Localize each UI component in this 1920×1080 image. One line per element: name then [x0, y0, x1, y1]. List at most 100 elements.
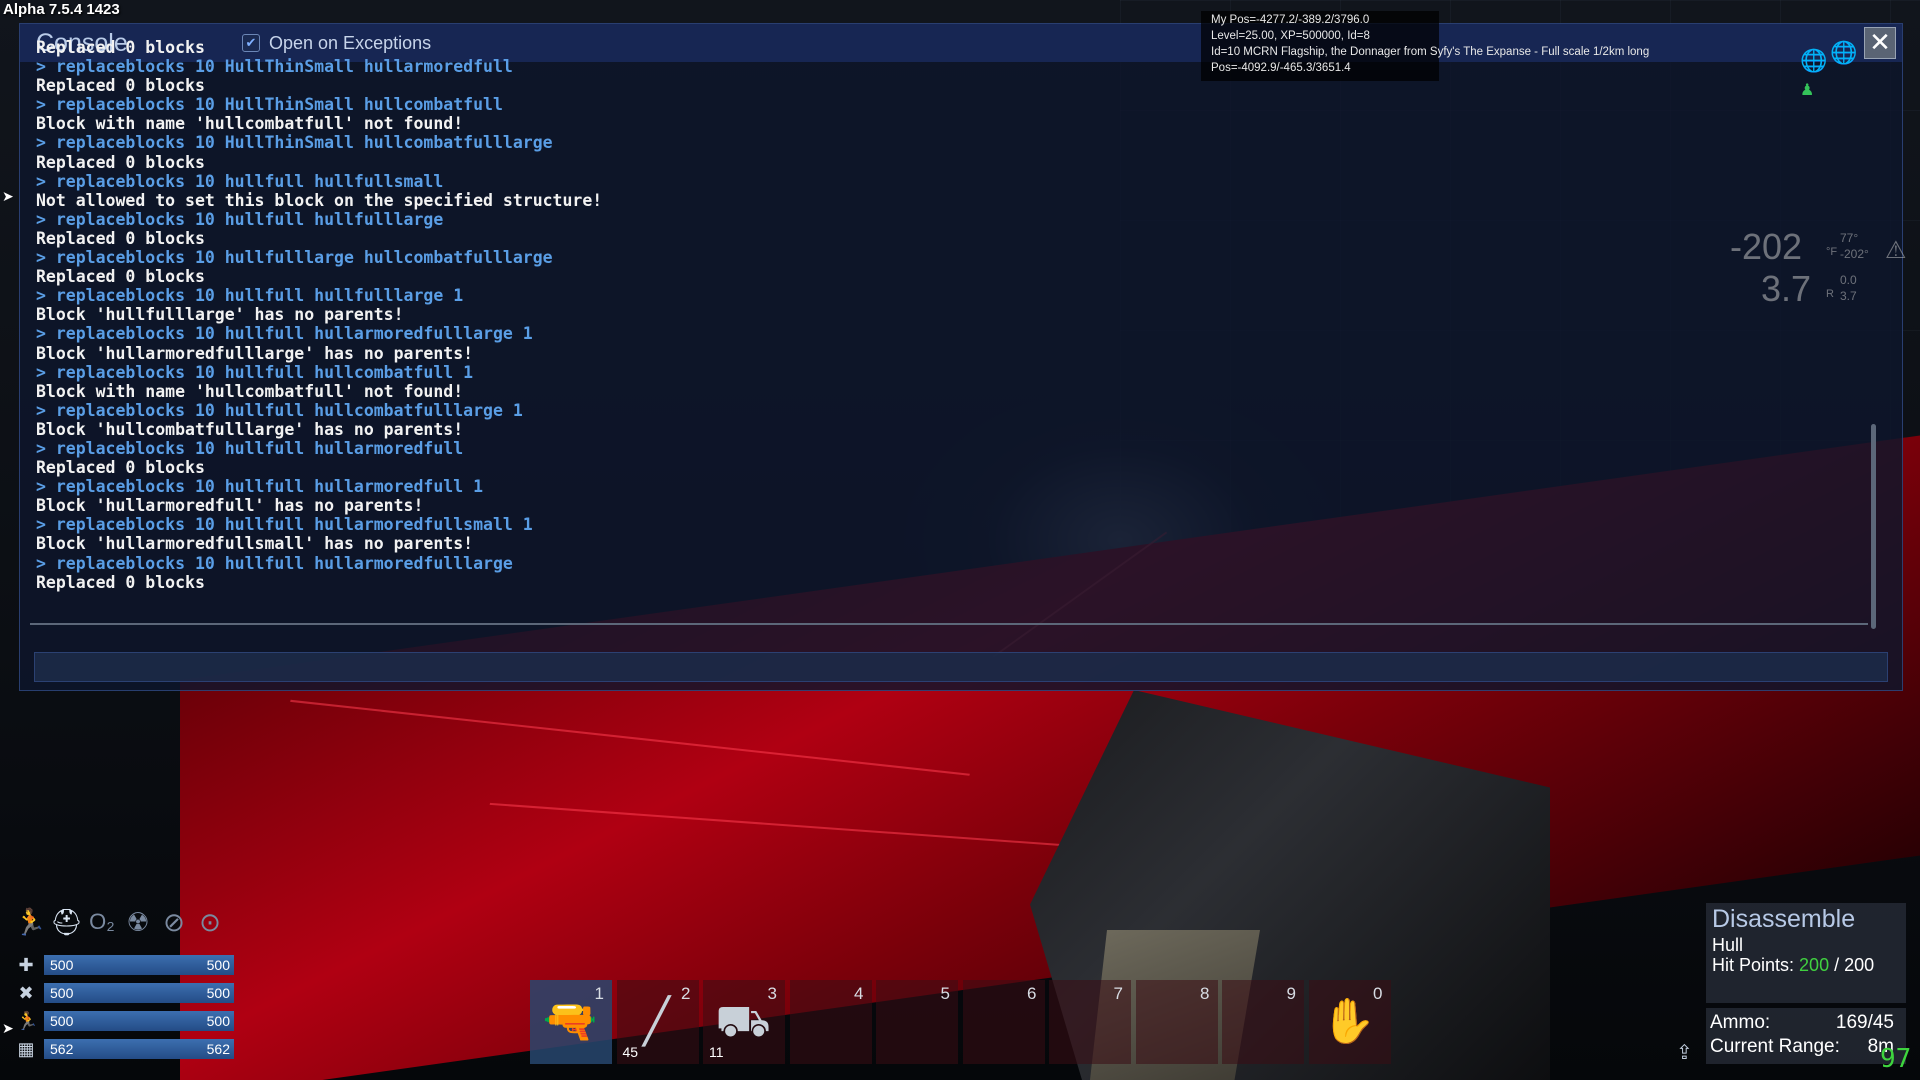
hand-icon: ✋ — [1321, 997, 1376, 1046]
radiation-range: 0.0 3.7 — [1840, 272, 1857, 304]
console-command-line: > replaceblocks 10 hullfull hullarmoredf… — [36, 477, 484, 497]
radiation-icon: ☢ — [126, 907, 150, 937]
console-command-line: > replaceblocks 10 HullThinSmall hullcom… — [36, 133, 553, 153]
console-command-line: > replaceblocks 10 hullfull hullcombatfu… — [36, 362, 474, 382]
hunger-icon: ⊘ — [163, 907, 185, 937]
globe-icon[interactable]: 🌐 — [1830, 40, 1857, 66]
target-info-panel: Disassemble Hull Hit Points: 200 / 200 — [1706, 903, 1906, 1003]
hotbar-slot-0[interactable]: ✋ 0 — [1308, 980, 1391, 1064]
slot-number: 5 — [940, 984, 950, 1003]
console-output-line: Block 'hullarmoredfulllarge' has no pare… — [36, 343, 474, 363]
console-output-line: Replaced 0 blocks — [36, 152, 205, 172]
hotbar-slot-4[interactable]: 4 — [789, 980, 872, 1064]
hotbar-slot-7[interactable]: 7 — [1049, 980, 1131, 1064]
console-command-line: > replaceblocks 10 hullfull hullarmoredf… — [36, 438, 464, 458]
slot-number: 1 — [594, 984, 604, 1003]
console-scrollbar[interactable] — [1869, 69, 1879, 639]
hotbar-slot-9[interactable]: 9 — [1222, 980, 1304, 1064]
slot-count: 45 — [622, 1044, 639, 1060]
slot-number: 4 — [854, 984, 864, 1003]
console-output-line: Replaced 0 blocks — [36, 267, 205, 287]
floor-seam — [290, 699, 970, 776]
health-current: 500 — [50, 957, 74, 973]
console-command-line: > replaceblocks 10 hullfull hullfullsmal… — [36, 171, 444, 191]
globe-icon[interactable]: 🌐 — [1800, 48, 1827, 74]
console-command-line: > replaceblocks 10 hullfulllarge hullcom… — [36, 248, 553, 268]
turret-icon: ⛟ — [715, 997, 771, 1046]
oxygen-icon: O₂ — [89, 909, 115, 934]
health-bar: ✚ 500 500 — [16, 955, 234, 975]
console-output-line: Block 'hullarmoredfull' has no parents! — [36, 496, 424, 516]
oxygen-max: 562 — [206, 1041, 230, 1057]
scrollbar-thumb[interactable] — [1871, 424, 1876, 629]
stamina-icon: 🏃 — [14, 907, 47, 937]
console-output-line: Block with name 'hullcombatfull' not fou… — [36, 114, 464, 134]
console-window: Console ✔ Open on Exceptions ✕ Replaced … — [19, 23, 1903, 691]
temperature-value: -202 — [1730, 226, 1803, 267]
armor-icon: ⊙ — [199, 907, 221, 937]
hp-max: 200 — [1844, 955, 1875, 975]
food-max: 500 — [206, 985, 230, 1001]
console-command-line: > replaceblocks 10 hullfull hullarmoredf… — [36, 324, 533, 344]
food-current: 500 — [50, 985, 74, 1001]
console-command-line: > replaceblocks 10 HullThinSmall hullarm… — [36, 57, 513, 77]
console-close-button[interactable]: ✕ — [1864, 27, 1896, 59]
player-marker-icon: ♟ — [1800, 82, 1815, 99]
rad-range-low: 0.0 — [1840, 273, 1857, 287]
console-horizontal-scrollbar[interactable] — [30, 623, 1868, 625]
hp-label: Hit Points: — [1712, 955, 1795, 975]
slot-number: 9 — [1286, 984, 1296, 1003]
console-output-line: Block 'hullfulllarge' has no parents! — [36, 305, 404, 325]
slot-number: 6 — [1027, 984, 1037, 1003]
radiation-unit: R — [1826, 288, 1834, 300]
rifle-ammo-icon: ╱ — [643, 997, 670, 1046]
hp-current: 200 — [1799, 955, 1830, 975]
debug-overlay: My Pos=-4277.2/-389.2/3796.0 Level=25.00… — [1201, 11, 1649, 81]
console-output-line: Replaced 0 blocks — [36, 76, 205, 96]
cursor-icon: ➤ — [2, 188, 14, 204]
debug-position: My Pos=-4277.2/-389.2/3796.0 — [1211, 14, 1370, 26]
console-input[interactable] — [34, 652, 1888, 682]
slot-number: 8 — [1200, 984, 1210, 1003]
debug-target: Id=10 MCRN Flagship, the Donnager from S… — [1211, 46, 1650, 58]
ammo-value: 169/45 — [1835, 1012, 1894, 1033]
hotbar: 🔫 1 ╱ 2 45 ⛟ 3 11 4 5 6 7 8 9 ✋ 0 — [530, 980, 1394, 1064]
hotbar-slot-5[interactable]: 5 — [876, 980, 958, 1064]
weapon-info-panel: Ammo: 169/45 Current Range: 8m — [1706, 1008, 1906, 1064]
food-icon: ✖ — [18, 983, 34, 1003]
tool-mode: Disassemble — [1712, 905, 1856, 933]
helmet-icon: ⛑ — [50, 907, 84, 937]
hotbar-slot-1[interactable]: 🔫 1 — [530, 980, 612, 1064]
console-output-line: Replaced 0 blocks — [36, 572, 205, 592]
range-label: Current Range: — [1710, 1036, 1840, 1057]
health-max: 500 — [206, 957, 230, 973]
hotbar-slot-2[interactable]: ╱ 2 45 — [616, 980, 699, 1064]
hotbar-slot-3[interactable]: ⛟ 3 11 — [703, 980, 785, 1064]
slot-number: 2 — [681, 984, 691, 1003]
stamina-current: 500 — [50, 1013, 74, 1029]
temp-range-low: -202° — [1840, 247, 1869, 261]
console-command-line: > replaceblocks 10 hullfull hullfulllarg… — [36, 209, 444, 229]
version-label: Alpha 7.5.4 1423 — [3, 1, 120, 18]
fps-counter: 97 — [1880, 1044, 1912, 1074]
rad-range-high: 3.7 — [1840, 289, 1857, 303]
food-bar: ✖ 500 500 — [16, 983, 234, 1003]
console-command-line: > replaceblocks 10 HullThinSmall hullcom… — [36, 95, 503, 115]
console-output-line: Not allowed to set this block on the spe… — [36, 190, 603, 210]
health-icon: ✚ — [18, 955, 34, 975]
console-log: Replaced 0 blocks > replaceblocks 10 Hull… — [36, 38, 1856, 618]
temperature-range: 77° -202° — [1840, 230, 1869, 262]
stamina-icon: 🏃 — [16, 1011, 39, 1031]
debug-level: Level=25.00, XP=500000, Id=8 — [1211, 30, 1370, 42]
oxygen-bar: ▦ 562 562 — [16, 1039, 234, 1059]
upload-icon[interactable]: ⇪ — [1676, 1040, 1693, 1065]
console-output-line: Block 'hullcombatfulllarge' has no paren… — [36, 419, 464, 439]
oxygen-current: 562 — [50, 1041, 74, 1057]
hotbar-slot-8[interactable]: 8 — [1135, 980, 1218, 1064]
console-command-line: > replaceblocks 10 hullfull hullarmoredf… — [36, 553, 513, 573]
console-command-line: > replaceblocks 10 hullfull hullfulllarg… — [36, 286, 464, 306]
cursor-icon: ➤ — [2, 1020, 14, 1036]
console-output-line: Block with name 'hullcombatfull' not fou… — [36, 381, 464, 401]
target-hit-points: Hit Points: 200 / 200 — [1712, 955, 1874, 976]
hotbar-slot-6[interactable]: 6 — [962, 980, 1045, 1064]
